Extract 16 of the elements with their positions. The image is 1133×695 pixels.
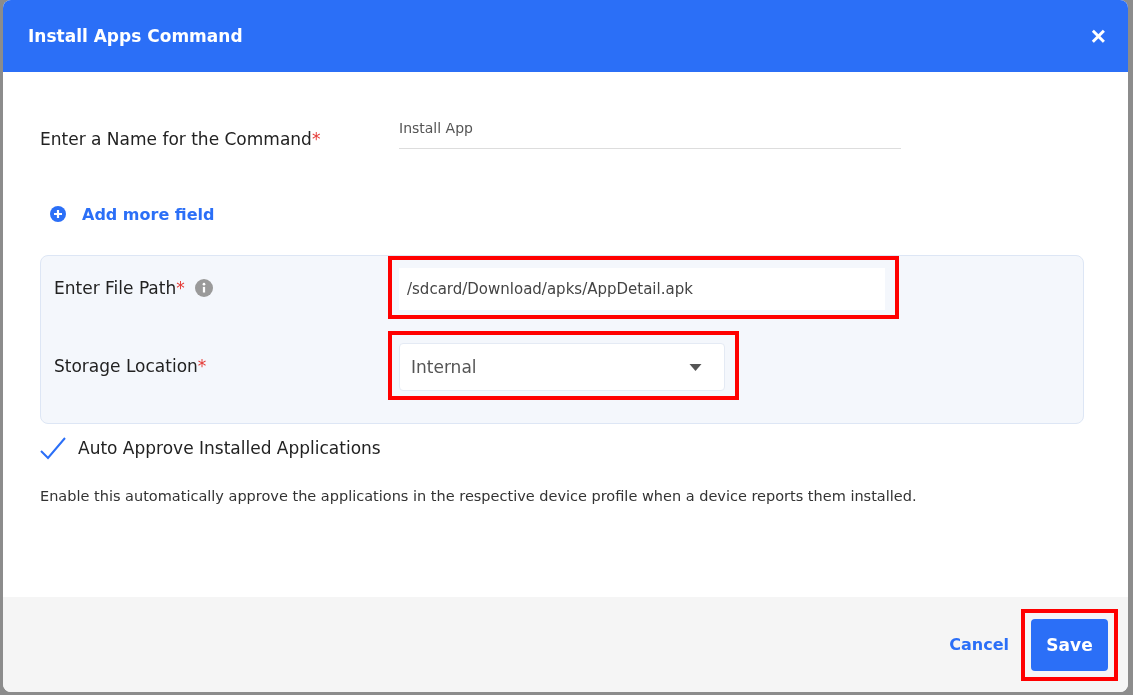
checkbox-label: Auto Approve Installed Applications [78,438,381,458]
checkbox[interactable] [40,436,66,460]
file-path-field[interactable]: /sdcard/Download/apks/AppDetail.apk [399,268,885,310]
description-text: Enable this automatically approve the applications in the respective device profile when a device reports them installed. [40,488,918,504]
dialog-title: Install Apps Command [28,26,243,46]
field-label: Enter a Name for the Command* [40,129,322,149]
storage-select[interactable]: Internal [399,343,725,391]
field-label: Storage Location* [54,355,208,376]
cancel-button[interactable]: Cancel [949,627,1009,662]
close-button[interactable]: × [1090,23,1106,49]
field-label: Enter File Path* [54,277,185,298]
plus-circle-icon[interactable] [50,206,66,222]
info-icon[interactable] [194,278,213,297]
save-button[interactable]: Save [1031,618,1108,671]
caret-icon [689,363,702,371]
add-field-link[interactable]: Add more field [82,204,215,224]
